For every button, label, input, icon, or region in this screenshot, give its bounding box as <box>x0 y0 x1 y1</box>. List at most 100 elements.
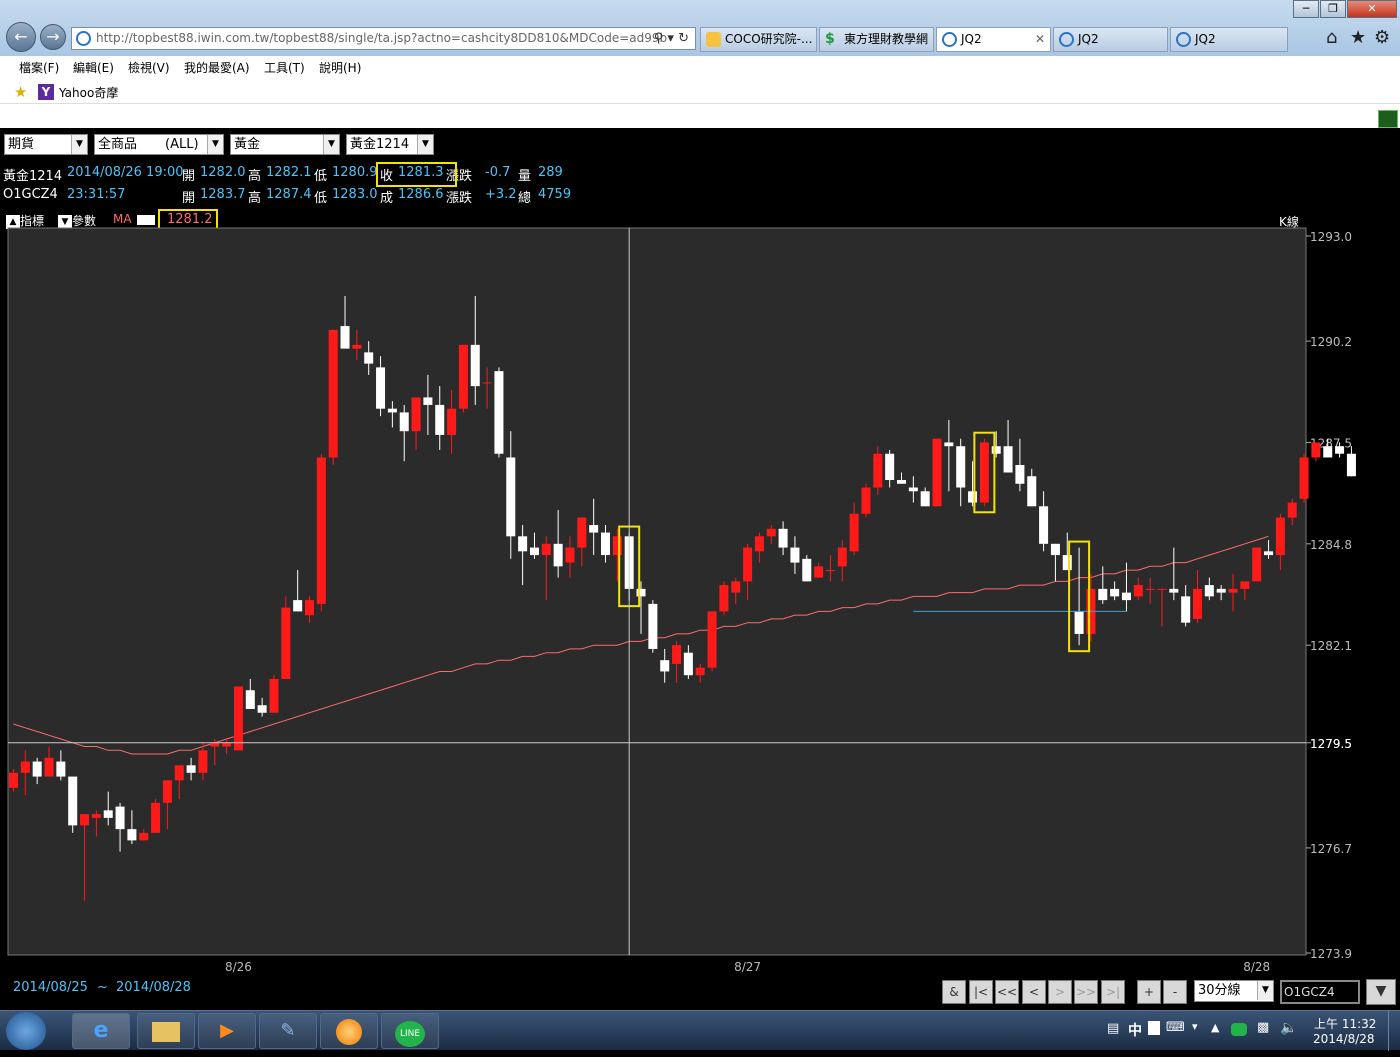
minimize-button[interactable]: ─ <box>1293 0 1319 18</box>
candle-body <box>470 344 480 387</box>
close-window-button[interactable]: ✕ <box>1347 0 1397 18</box>
clock-date[interactable]: 2014/8/28 <box>1313 1032 1375 1046</box>
candle-body <box>707 611 717 668</box>
date-range-sep: ~ <box>97 980 108 995</box>
candle-body <box>814 566 824 578</box>
candle-body <box>1133 585 1143 597</box>
tab-coco[interactable]: COCO研究院-... <box>700 27 817 52</box>
favorites-star-icon[interactable]: ★ <box>1350 27 1366 48</box>
nav-amp-button[interactable]: & <box>942 980 966 1004</box>
nav-next-page-button[interactable]: >> <box>1074 980 1098 1004</box>
candle-body <box>908 487 918 492</box>
menu-view[interactable]: 檢視(V) <box>128 59 170 76</box>
candle-body <box>1050 543 1060 556</box>
symbol-input[interactable]: O1GCZ4 <box>1280 980 1360 1004</box>
candle-body <box>979 442 989 503</box>
tab-label: COCO研究院-... <box>725 32 813 46</box>
taskbar-line-icon[interactable]: LINE <box>381 1013 439 1049</box>
menu-tools[interactable]: 工具(T) <box>264 59 305 76</box>
settings-gear-icon[interactable]: ⚙ <box>1374 27 1390 48</box>
x-tick-label: 8/27 <box>734 960 761 974</box>
candle-body <box>340 326 350 349</box>
tab-jq2-active[interactable]: JQ2 ✕ <box>936 27 1051 52</box>
candle-body <box>601 532 610 556</box>
candle-body <box>1204 585 1214 597</box>
tab-dongfang[interactable]: $ 東方理財教學網 <box>819 27 934 52</box>
candle-body <box>873 453 883 488</box>
home-icon[interactable]: ⌂ <box>1326 27 1337 48</box>
candle-body <box>127 829 137 841</box>
zoom-in-button[interactable]: + <box>1137 980 1161 1004</box>
candlestick-chart[interactable]: 1293.01290.21287.51284.81282.11279.51276… <box>0 128 1400 988</box>
tray-show-hidden-icon[interactable]: ▲ <box>1211 1021 1219 1034</box>
nav-next-button[interactable]: > <box>1048 980 1072 1004</box>
address-tools-icon[interactable]: ⚲ ▾ ↻ <box>654 28 689 49</box>
tray-network-status-icon[interactable]: ▩ <box>1257 1020 1269 1035</box>
candle-body <box>328 329 338 458</box>
date-range-to: 2014/08/28 <box>116 980 191 995</box>
favorite-link-yahoo[interactable]: Yahoo奇摩 <box>59 84 118 101</box>
candle-body <box>766 528 776 537</box>
candle-body <box>719 585 729 612</box>
taskbar-browser-icon[interactable] <box>320 1013 378 1049</box>
menu-file[interactable]: 檔案(F) <box>19 59 59 76</box>
x-tick-label: 8/26 <box>225 960 252 974</box>
tray-line-icon[interactable] <box>1231 1023 1247 1036</box>
maximize-button[interactable]: ❐ <box>1320 0 1346 18</box>
ie-page-icon <box>76 31 91 46</box>
show-desktop-button[interactable] <box>1388 1011 1400 1051</box>
candle-body <box>1287 502 1297 518</box>
candle-body <box>387 408 397 413</box>
ime-indicator[interactable]: 中 <box>1128 1020 1142 1040</box>
clock-time[interactable]: 上午 11:32 <box>1314 1015 1376 1032</box>
coco-favicon-icon <box>706 32 721 47</box>
y-tick-label: 1276.7 <box>1310 842 1352 856</box>
candle-body <box>115 806 125 830</box>
back-button[interactable]: ← <box>6 22 36 52</box>
candle-body <box>743 547 753 582</box>
tray-network-icon[interactable]: ▤ <box>1107 1021 1119 1036</box>
nav-last-button[interactable]: >| <box>1101 980 1125 1004</box>
tab-label: 東方理財教學網 <box>844 32 929 46</box>
period-select[interactable]: 30分線 ▼ <box>1194 980 1274 1002</box>
taskbar-ie-icon[interactable]: e <box>72 1013 130 1049</box>
zoom-out-button[interactable]: - <box>1163 980 1187 1004</box>
candle-body <box>1228 588 1238 593</box>
close-tab-icon[interactable]: ✕ <box>1035 28 1045 51</box>
dollar-favicon-icon: $ <box>825 31 835 47</box>
forward-button[interactable]: → <box>40 24 66 50</box>
menu-edit[interactable]: 編輯(E) <box>73 59 114 76</box>
candle-body <box>1098 588 1108 601</box>
address-bar[interactable]: http://topbest88.iwin.com.tw/topbest88/s… <box>71 27 696 50</box>
taskbar-explorer-icon[interactable] <box>137 1013 195 1049</box>
candle-body <box>222 742 232 747</box>
candle-body <box>956 446 966 488</box>
tab-jq2-3[interactable]: JQ2 <box>1170 27 1288 52</box>
candle-body <box>1062 555 1072 571</box>
tray-help-icon[interactable]: ▾ <box>1192 1020 1198 1033</box>
tray-keyboard-icon[interactable]: ⌨ <box>1166 1020 1185 1035</box>
candle-body <box>1110 588 1120 597</box>
candle-body <box>672 645 682 664</box>
candle-body <box>257 705 267 713</box>
candle-body <box>897 480 906 484</box>
taskbar-media-icon[interactable]: ▶ <box>198 1013 256 1049</box>
tray-ime-mode-icon[interactable] <box>1148 1021 1160 1035</box>
candle-body <box>1216 588 1226 593</box>
symbol-dropdown-button[interactable]: ▼ <box>1366 979 1396 1005</box>
candle-body <box>731 581 741 593</box>
tab-jq2-2[interactable]: JQ2 <box>1053 27 1168 52</box>
applet-status-icon <box>1378 110 1398 128</box>
candle-body <box>1311 442 1321 458</box>
nav-first-button[interactable]: |< <box>969 980 993 1004</box>
candle-body <box>885 453 895 481</box>
tray-volume-icon[interactable]: 🔈 <box>1280 1020 1297 1036</box>
nav-prev-page-button[interactable]: << <box>995 980 1019 1004</box>
menu-favorites[interactable]: 我的最愛(A) <box>184 59 250 76</box>
menu-help[interactable]: 說明(H) <box>319 59 361 76</box>
candle-body <box>1323 446 1333 458</box>
nav-prev-button[interactable]: < <box>1022 980 1046 1004</box>
taskbar-paint-icon[interactable]: ✎ <box>259 1013 317 1049</box>
start-button[interactable] <box>6 1012 46 1050</box>
add-favorite-star-icon[interactable]: ★ <box>14 83 27 101</box>
